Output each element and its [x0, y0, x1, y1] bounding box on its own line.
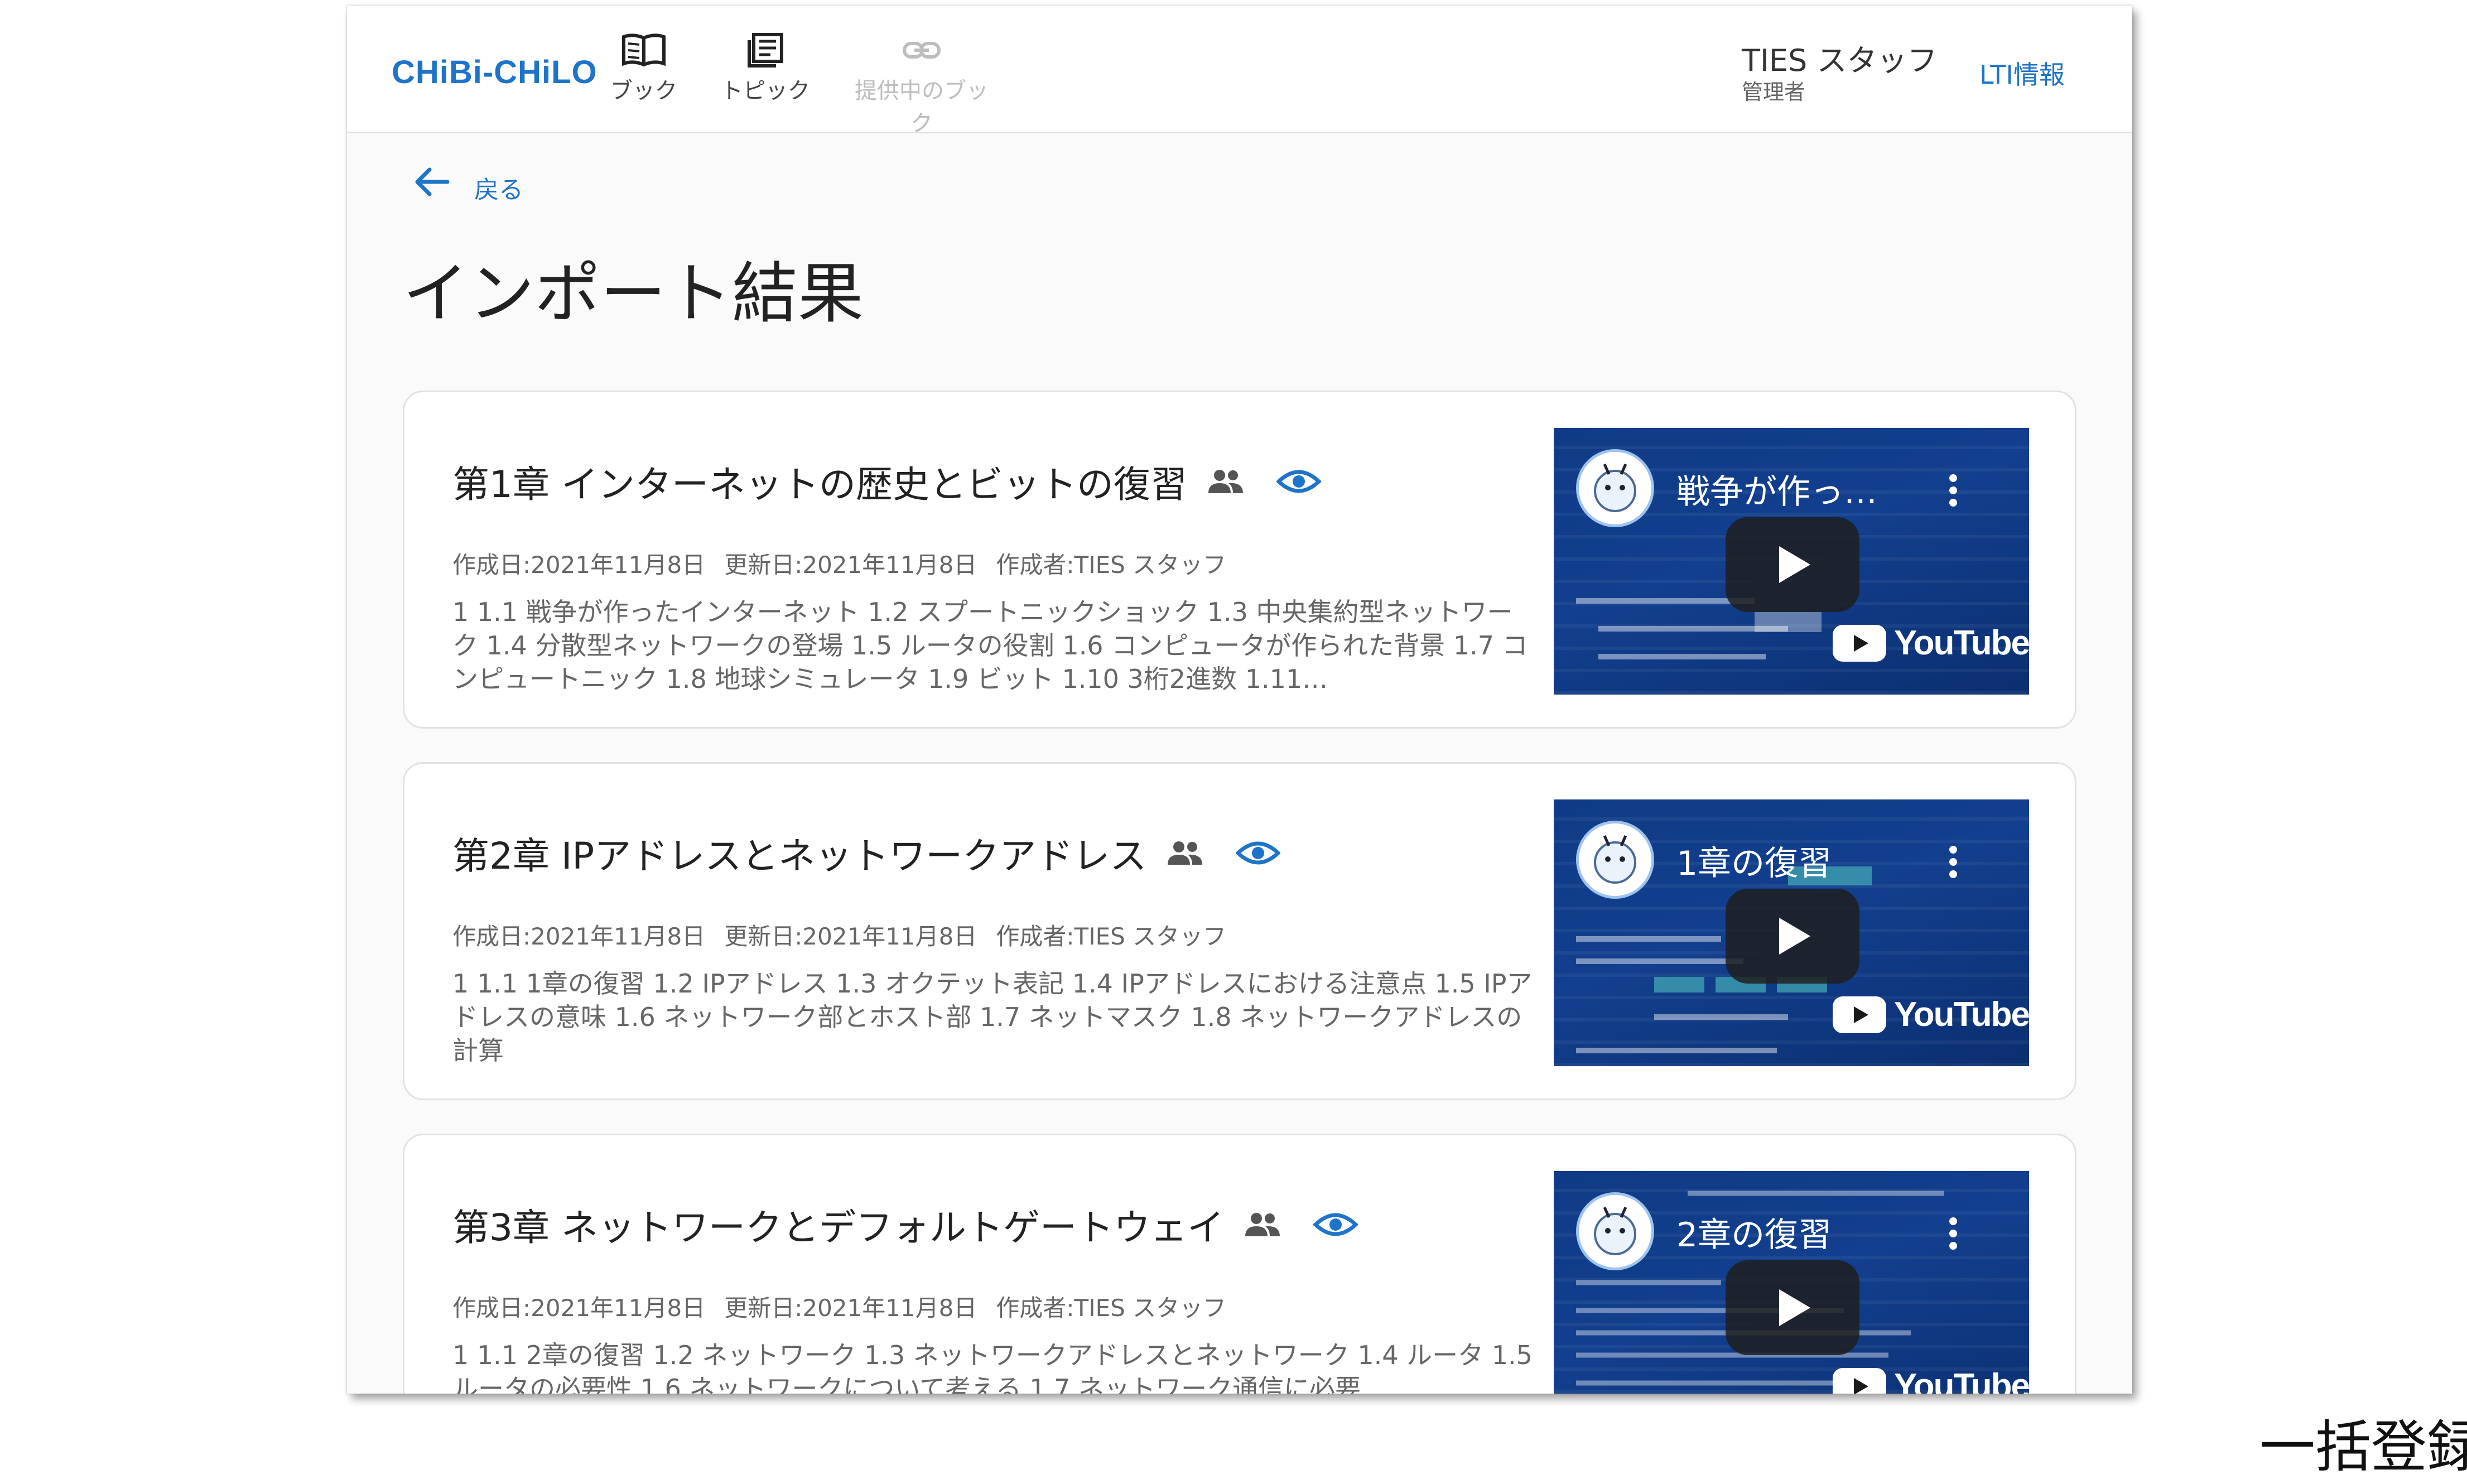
video-title[interactable]: 1章の復習: [1676, 836, 1832, 885]
book-meta: 作成日:2021年11月8日 更新日:2021年11月8日 作成者:TIES スタッ…: [452, 918, 1245, 952]
youtube-text: YouTube: [1894, 1367, 2029, 1394]
updated-date: 更新日:2021年11月8日: [724, 551, 977, 579]
author: 作成者:TIES スタッフ: [996, 923, 1227, 950]
video-title[interactable]: 戦争が作っ…: [1676, 465, 1877, 513]
channel-avatar: [1576, 1192, 1654, 1270]
shared-people-icon: [1245, 1213, 1280, 1236]
youtube-icon: [1833, 996, 1886, 1033]
created-date: 作成日:2021年11月8日: [452, 551, 706, 579]
youtube-logo[interactable]: YouTube: [1833, 623, 2029, 663]
book-card[interactable]: 第3章 ネットワークとデフォルトゲートウェイ 作成日:2021年11月8日 更新日…: [403, 1134, 2076, 1394]
book-description: 1 1.1 2章の復習 1.2 ネットワーク 1.3 ネットワークアドレスとネッ…: [452, 1340, 1533, 1394]
page-title: インポート結果: [403, 255, 864, 332]
topic-icon: [748, 33, 783, 68]
eye-icon[interactable]: [1313, 1209, 1358, 1240]
book-description: 1 1.1 1章の復習 1.2 IPアドレス 1.3 オクテット表記 1.4 I…: [452, 969, 1533, 1066]
created-date: 作成日:2021年11月8日: [452, 923, 706, 950]
lti-info-link[interactable]: LTI情報: [1979, 55, 2065, 91]
back-label: 戻る: [474, 176, 523, 204]
book-card[interactable]: 第2章 IPアドレスとネットワークアドレス 作成日:2021年11月8日 更新日:…: [403, 762, 2076, 1100]
channel-avatar: [1576, 821, 1654, 899]
video-title[interactable]: 2章の復習: [1676, 1208, 1832, 1256]
play-icon[interactable]: [1726, 889, 1859, 984]
nav-shared-books[interactable]: 提供中のブック: [849, 32, 994, 137]
cat-mascot-icon: [1594, 1206, 1636, 1255]
book-title[interactable]: 第3章 ネットワークとデフォルトゲートウェイ: [452, 1198, 1224, 1251]
nav-books-label: ブック: [610, 78, 677, 104]
youtube-icon: [1833, 1367, 1886, 1394]
updated-date: 更新日:2021年11月8日: [724, 1294, 977, 1322]
app-logo[interactable]: CHiBi-CHiLO: [392, 54, 598, 91]
play-icon[interactable]: [1726, 517, 1859, 612]
video-thumbnail[interactable]: 戦争が作っ… YouTube: [1554, 428, 2029, 695]
slide-caption: 一括登録: [2259, 1414, 2467, 1480]
youtube-logo[interactable]: YouTube: [1833, 1366, 2029, 1394]
author: 作成者:TIES スタッフ: [996, 1294, 1227, 1322]
eye-icon[interactable]: [1236, 837, 1281, 869]
book-description: 1 1.1 戦争が作ったインターネット 1.2 スプートニックショック 1.3 …: [452, 597, 1528, 694]
book-title[interactable]: 第2章 IPアドレスとネットワークアドレス: [452, 826, 1146, 880]
more-vert-icon[interactable]: [1948, 1216, 1959, 1251]
nav-topics-label: トピック: [721, 78, 810, 104]
book-card[interactable]: 第1章 インターネットの歴史とビットの復習 作成日:2021年11月8日 更新日:…: [403, 391, 2076, 729]
eye-icon[interactable]: [1276, 466, 1321, 497]
shared-people-icon: [1168, 841, 1203, 865]
user-name[interactable]: TIES スタッフ: [1742, 36, 1937, 80]
link-icon: [903, 42, 941, 59]
author: 作成者:TIES スタッフ: [996, 551, 1227, 579]
nav-books[interactable]: ブック: [594, 32, 694, 105]
book-meta: 作成日:2021年11月8日 更新日:2021年11月8日 作成者:TIES スタッ…: [452, 1289, 1245, 1323]
more-vert-icon[interactable]: [1948, 473, 1959, 508]
app-window: CHiBi-CHiLO ブック トピック 提供中のブック TIES スタッフ 管…: [347, 6, 2132, 1394]
nav-topics[interactable]: トピック: [715, 32, 816, 105]
youtube-logo[interactable]: YouTube: [1833, 995, 2029, 1034]
user-role: 管理者: [1742, 80, 1806, 104]
nav-shared-books-label: 提供中のブック: [855, 78, 989, 136]
cat-mascot-icon: [1594, 835, 1636, 884]
updated-date: 更新日:2021年11月8日: [724, 923, 977, 950]
more-vert-icon[interactable]: [1948, 844, 1959, 880]
youtube-text: YouTube: [1894, 624, 2029, 662]
channel-avatar: [1576, 449, 1654, 527]
created-date: 作成日:2021年11月8日: [452, 1294, 706, 1322]
book-icon: [622, 33, 666, 67]
arrow-back-icon: [415, 167, 450, 196]
youtube-text: YouTube: [1894, 995, 2029, 1034]
top-app-bar: CHiBi-CHiLO ブック トピック 提供中のブック TIES スタッフ 管…: [347, 6, 2132, 136]
cat-mascot-icon: [1594, 463, 1636, 512]
play-icon[interactable]: [1726, 1260, 1859, 1355]
youtube-icon: [1833, 624, 1886, 662]
back-button[interactable]: 戻る: [413, 165, 523, 204]
video-thumbnail[interactable]: 2章の復習 YouTube: [1554, 1171, 2029, 1394]
book-title[interactable]: 第1章 インターネットの歴史とビットの復習: [452, 455, 1187, 508]
video-thumbnail[interactable]: 1章の復習 YouTube: [1554, 799, 2029, 1066]
book-meta: 作成日:2021年11月8日 更新日:2021年11月8日 作成者:TIES スタッ…: [452, 546, 1245, 580]
shared-people-icon: [1208, 470, 1243, 493]
